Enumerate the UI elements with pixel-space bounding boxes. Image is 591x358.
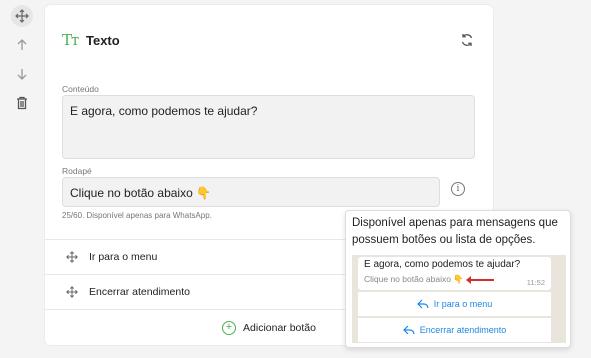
drag-handle-icon[interactable] bbox=[11, 5, 33, 27]
drag-handle-icon[interactable] bbox=[65, 285, 79, 299]
content-textarea[interactable]: E agora, como podemos te ajudar? bbox=[62, 95, 475, 159]
move-down-icon[interactable] bbox=[11, 63, 33, 85]
preview-message: E agora, como podemos te ajudar? bbox=[364, 259, 521, 270]
footer-hint: 25/60. Disponível apenas para WhatsApp. bbox=[62, 211, 212, 220]
preview-button-end: Encerrar atendimento bbox=[358, 318, 551, 342]
block-title: Texto bbox=[86, 32, 120, 48]
info-icon[interactable]: i bbox=[451, 182, 465, 196]
add-button-label: Adicionar botão bbox=[243, 321, 316, 334]
button-label: Encerrar atendimento bbox=[89, 286, 190, 298]
preview-time: 11:52 bbox=[526, 278, 545, 287]
delete-icon[interactable] bbox=[11, 92, 33, 114]
preview-footer: Clique no botão abaixo 👇 bbox=[364, 274, 464, 284]
drag-handle-icon[interactable] bbox=[65, 250, 79, 264]
preview-button-label: Ir para o menu bbox=[433, 299, 493, 309]
button-label: Ir para o menu bbox=[89, 251, 158, 263]
move-up-icon[interactable] bbox=[11, 34, 33, 56]
text-type-icon: Tт bbox=[62, 31, 79, 49]
footer-input[interactable]: Clique no botão abaixo 👇 bbox=[62, 177, 440, 207]
plus-icon: + bbox=[222, 320, 237, 335]
tooltip: Disponível apenas para mensagens que pos… bbox=[345, 210, 571, 348]
sync-icon[interactable] bbox=[458, 31, 476, 49]
message-bubble: E agora, como podemos te ajudar? Clique … bbox=[358, 257, 551, 290]
block-toolbar bbox=[11, 5, 35, 121]
tooltip-text: Disponível apenas para mensagens que pos… bbox=[352, 217, 558, 246]
preview-button-label: Encerrar atendimento bbox=[419, 325, 507, 335]
preview-footer-row: Clique no botão abaixo 👇 bbox=[364, 274, 545, 285]
footer-label: Rodapé bbox=[62, 166, 92, 176]
card-header: Tт Texto bbox=[62, 29, 476, 51]
red-arrow-icon bbox=[465, 275, 494, 284]
preview-button-menu: Ir para o menu bbox=[358, 292, 551, 316]
content-label: Conteúdo bbox=[62, 84, 99, 94]
whatsapp-preview: E agora, como podemos te ajudar? Clique … bbox=[352, 255, 566, 343]
